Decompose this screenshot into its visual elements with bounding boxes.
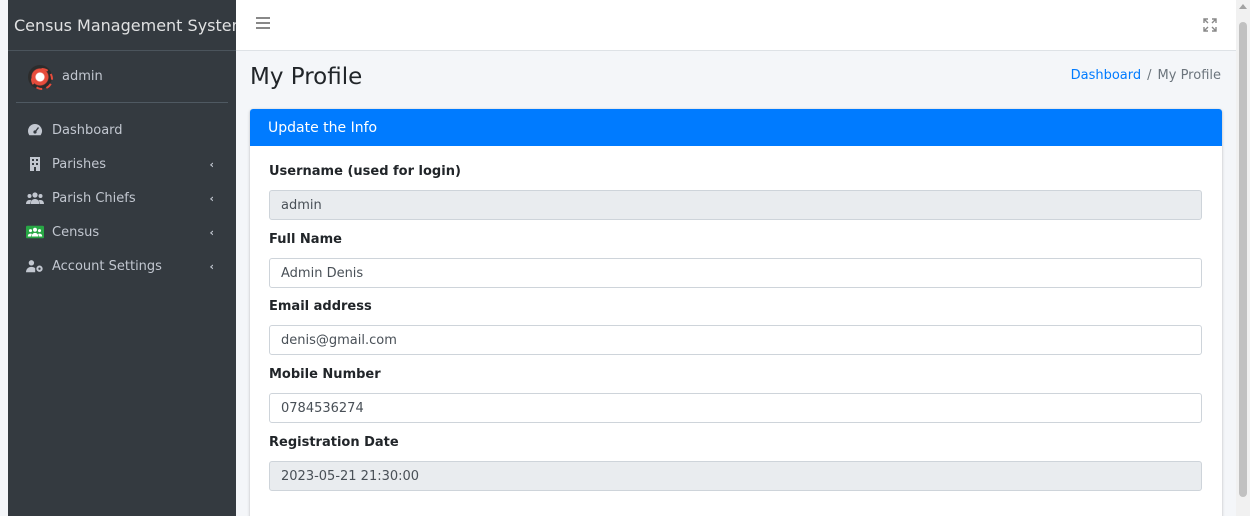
registration-date-field[interactable] [269,461,1202,491]
sidebar-item-census[interactable]: Census ‹ [16,215,228,249]
menu-toggle-icon[interactable] [256,17,270,29]
mobile-label: Mobile Number [269,367,381,382]
page-scrollbar[interactable] [1236,0,1250,516]
breadcrumb-separator: / [1147,68,1152,83]
building-icon [26,157,44,171]
sidebar-item-label: Dashboard [52,122,123,138]
user-avatar-icon [28,64,53,90]
breadcrumb-link-dashboard[interactable]: Dashboard [1071,68,1142,83]
sidebar-item-label: Census [52,224,100,240]
mobile-group: Mobile Number [269,367,1202,423]
mobile-field[interactable] [269,393,1202,423]
card-header: Update the Info [250,109,1222,146]
full-name-label: Full Name [269,232,342,247]
username-label: Username (used for login) [269,164,461,179]
top-navbar [236,0,1236,51]
tachometer-icon [26,123,44,137]
scroll-up-arrow-icon[interactable] [1239,4,1247,9]
registration-date-group: Registration Date [269,435,1202,491]
users-icon [26,191,44,205]
sidebar: Census Management System admin Dashboard… [8,0,236,516]
sidebar-nav: Dashboard Parishes ‹ Parish Chiefs ‹ Cen… [8,113,236,283]
sidebar-item-parish-chiefs[interactable]: Parish Chiefs ‹ [16,181,228,215]
email-field[interactable] [269,325,1202,355]
email-group: Email address [269,299,1202,355]
brand-text: Census Management System [14,15,236,35]
profile-card: Update the Info Username (used for login… [250,109,1222,516]
email-label: Email address [269,299,372,314]
full-name-field[interactable] [269,258,1202,288]
breadcrumb-current: My Profile [1157,68,1221,83]
sidebar-item-label: Parish Chiefs [52,190,136,206]
brand-link[interactable]: Census Management System [8,0,236,51]
users-green-icon [26,225,44,239]
page-title: My Profile [250,64,363,90]
full-name-group: Full Name [269,232,1202,288]
scroll-thumb[interactable] [1239,22,1247,497]
sidebar-item-parishes[interactable]: Parishes ‹ [16,147,228,181]
username-field[interactable] [269,190,1202,220]
sidebar-item-label: Parishes [52,156,106,172]
user-cog-icon [26,259,44,273]
registration-date-label: Registration Date [269,435,399,450]
card-title: Update the Info [268,119,378,136]
sidebar-item-account-settings[interactable]: Account Settings ‹ [16,249,228,283]
chevron-left-icon: ‹ [209,259,214,273]
chevron-left-icon: ‹ [209,225,214,239]
sidebar-item-dashboard[interactable]: Dashboard [16,113,228,147]
username-group: Username (used for login) [269,164,1202,220]
chevron-left-icon: ‹ [209,157,214,171]
breadcrumb: Dashboard / My Profile [1071,68,1221,83]
sidebar-item-label: Account Settings [52,258,162,274]
fullscreen-icon[interactable] [1202,17,1218,33]
chevron-left-icon: ‹ [209,191,214,205]
user-panel[interactable]: admin [16,51,228,103]
user-name: admin [62,69,103,84]
